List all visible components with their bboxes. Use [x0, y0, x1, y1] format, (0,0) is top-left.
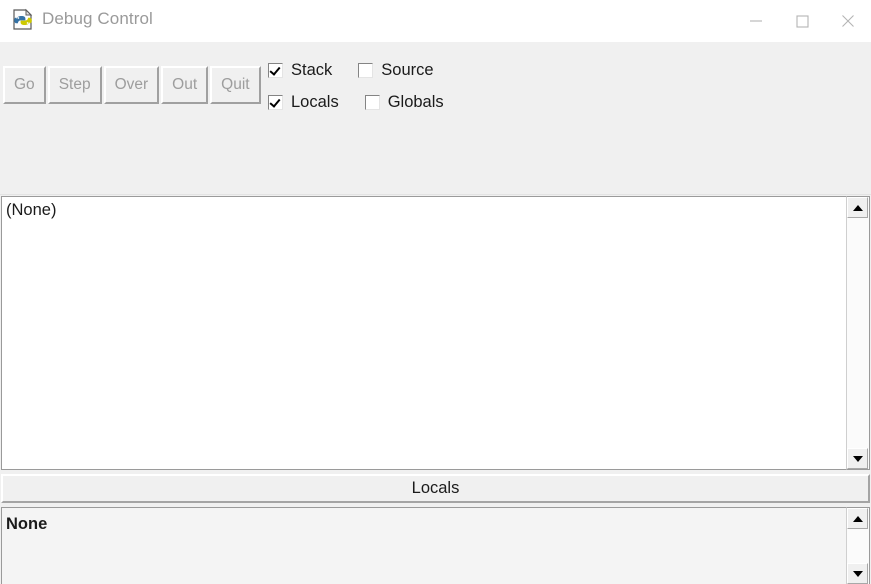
checkbox-globals-box[interactable]	[364, 94, 380, 110]
over-button[interactable]: Over	[103, 66, 160, 104]
locals-viewer-scrollbar[interactable]	[847, 507, 870, 584]
window-title: Debug Control	[42, 9, 153, 28]
step-button-label: Step	[58, 76, 91, 93]
stack-viewer-entry: (None)	[6, 201, 57, 219]
locals-scroll-down-icon[interactable]	[847, 563, 868, 584]
checkbox-globals[interactable]: Globals	[364, 92, 444, 112]
triangle-up-icon	[852, 515, 863, 522]
go-button[interactable]: Go	[3, 66, 46, 104]
locals-scrollbar-track[interactable]	[847, 529, 869, 563]
scroll-down-icon[interactable]	[847, 448, 868, 469]
maximize-button[interactable]	[779, 0, 825, 42]
checkbox-locals-box[interactable]	[268, 94, 283, 110]
stack-scrollbar-track[interactable]	[847, 218, 869, 448]
checkbox-stack-box[interactable]	[268, 62, 283, 78]
stack-viewer-list[interactable]: (None)	[1, 196, 847, 470]
go-button-label: Go	[14, 76, 35, 93]
triangle-down-icon	[852, 570, 863, 577]
locals-header-label: Locals	[411, 479, 460, 497]
checkbox-source-box[interactable]	[358, 62, 374, 78]
triangle-up-icon	[852, 204, 863, 211]
checkbox-source[interactable]: Source	[358, 60, 434, 80]
checkbox-globals-label: Globals	[387, 92, 444, 111]
locals-section-header: Locals	[1, 474, 870, 503]
toolbar: Go Step Over Out Quit Stack Source Local…	[0, 42, 871, 195]
checkbox-locals[interactable]: Locals	[268, 93, 339, 112]
debug-button-row: Go Step Over Out Quit	[3, 66, 263, 104]
scroll-up-icon[interactable]	[847, 197, 868, 218]
over-button-label: Over	[114, 76, 149, 93]
close-button[interactable]	[825, 0, 871, 42]
locals-scroll-up-icon[interactable]	[847, 508, 868, 529]
python-debug-icon	[11, 8, 35, 32]
window-controls	[733, 0, 871, 42]
quit-button[interactable]: Quit	[210, 66, 261, 104]
locals-viewer-entry: None	[6, 515, 48, 533]
view-options-group: Stack Source Locals Globals	[268, 54, 466, 118]
debug-control-window: Debug Control Go Step Over Out Quit Stac…	[0, 0, 871, 584]
quit-button-label: Quit	[221, 76, 250, 93]
checkbox-stack[interactable]: Stack	[268, 61, 332, 80]
checkbox-stack-label: Stack	[291, 60, 333, 79]
view-options-row-2: Locals Globals	[268, 86, 466, 118]
stack-viewer-scrollbar[interactable]	[847, 196, 870, 470]
view-options-row-1: Stack Source	[268, 54, 466, 86]
minimize-button[interactable]	[733, 0, 779, 42]
titlebar: Debug Control	[0, 0, 871, 42]
out-button[interactable]: Out	[161, 66, 209, 104]
locals-viewer-pane: None	[1, 507, 870, 584]
locals-viewer-list[interactable]: None	[1, 507, 847, 584]
stack-viewer-pane: (None)	[1, 196, 870, 470]
out-button-label: Out	[172, 76, 198, 93]
checkbox-locals-label: Locals	[291, 92, 339, 111]
checkbox-source-label: Source	[381, 60, 434, 79]
step-button[interactable]: Step	[47, 66, 102, 104]
triangle-down-icon	[852, 455, 863, 462]
